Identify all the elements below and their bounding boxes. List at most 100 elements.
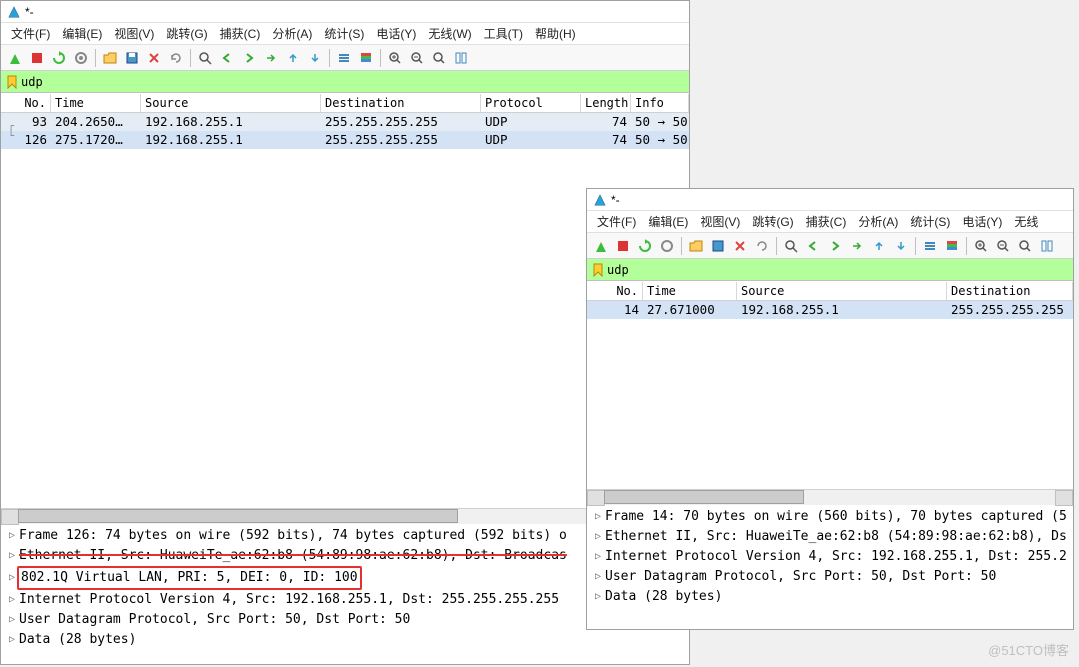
find-button[interactable]	[195, 48, 215, 68]
menu-view[interactable]: 视图(V)	[110, 24, 158, 43]
hscrollbar[interactable]	[587, 489, 1073, 505]
restart-capture-button[interactable]	[49, 48, 69, 68]
expand-icon[interactable]: ▷	[5, 630, 19, 650]
menu-capture[interactable]: 捕获(C)	[802, 212, 851, 231]
capture-options-button[interactable]	[71, 48, 91, 68]
prev-button[interactable]	[803, 236, 823, 256]
menu-statistics[interactable]: 统计(S)	[320, 24, 368, 43]
expand-icon[interactable]: ▷	[5, 610, 19, 630]
open-file-button[interactable]	[686, 236, 706, 256]
col-source[interactable]: Source	[737, 282, 947, 300]
resize-columns-button[interactable]	[451, 48, 471, 68]
autoscroll-button[interactable]	[920, 236, 940, 256]
zoom-reset-button[interactable]	[429, 48, 449, 68]
zoom-in-button[interactable]	[971, 236, 991, 256]
first-button[interactable]	[869, 236, 889, 256]
packet-row[interactable]: └ 126 275.1720… 192.168.255.1 255.255.25…	[1, 131, 689, 149]
menu-edit[interactable]: 编辑(E)	[58, 24, 106, 43]
next-button[interactable]	[825, 236, 845, 256]
detail-line[interactable]: ▷Frame 14: 70 bytes on wire (560 bits), …	[587, 507, 1073, 527]
bookmark-icon[interactable]	[591, 263, 605, 277]
titlebar[interactable]: *-	[1, 1, 689, 23]
reload-button[interactable]	[752, 236, 772, 256]
start-capture-button[interactable]	[591, 236, 611, 256]
menu-help[interactable]: 帮助(H)	[531, 24, 580, 43]
menu-tools[interactable]: 工具(T)	[480, 24, 527, 43]
expand-icon[interactable]: ▷	[5, 526, 19, 546]
zoom-reset-button[interactable]	[1015, 236, 1035, 256]
zoom-in-button[interactable]	[385, 48, 405, 68]
expand-icon[interactable]: ▷	[591, 567, 605, 587]
col-len[interactable]: Length	[581, 94, 631, 112]
expand-icon[interactable]: ▷	[591, 547, 605, 567]
expand-icon[interactable]: ▷	[5, 590, 19, 610]
menu-file[interactable]: 文件(F)	[7, 24, 54, 43]
menu-capture[interactable]: 捕获(C)	[216, 24, 265, 43]
menu-go[interactable]: 跳转(G)	[162, 24, 211, 43]
col-source[interactable]: Source	[141, 94, 321, 112]
reload-button[interactable]	[166, 48, 186, 68]
packet-list-body[interactable]: 14 27.671000 192.168.255.1 255.255.255.2…	[587, 301, 1073, 319]
packet-list-body[interactable]: ┌ 93 204.2650… 192.168.255.1 255.255.255…	[1, 113, 689, 149]
save-button[interactable]	[708, 236, 728, 256]
restart-capture-button[interactable]	[635, 236, 655, 256]
menu-file[interactable]: 文件(F)	[593, 212, 640, 231]
autoscroll-button[interactable]	[334, 48, 354, 68]
detail-line[interactable]: ▷Data (28 bytes)	[587, 587, 1073, 607]
expand-icon[interactable]: ▷	[591, 587, 605, 607]
detail-line[interactable]: ▷Data (28 bytes)	[1, 630, 689, 650]
menu-analyze[interactable]: 分析(A)	[854, 212, 902, 231]
col-info[interactable]: Info	[631, 94, 689, 112]
stop-capture-button[interactable]	[27, 48, 47, 68]
close-button[interactable]	[730, 236, 750, 256]
menu-view[interactable]: 视图(V)	[696, 212, 744, 231]
display-filter-input[interactable]	[607, 259, 1071, 280]
titlebar[interactable]: *-	[587, 189, 1073, 211]
last-button[interactable]	[305, 48, 325, 68]
prev-button[interactable]	[217, 48, 237, 68]
zoom-out-button[interactable]	[993, 236, 1013, 256]
col-time[interactable]: Time	[643, 282, 737, 300]
close-button[interactable]	[144, 48, 164, 68]
packet-details[interactable]: ▷Frame 14: 70 bytes on wire (560 bits), …	[587, 505, 1073, 629]
first-button[interactable]	[283, 48, 303, 68]
capture-options-button[interactable]	[657, 236, 677, 256]
zoom-out-button[interactable]	[407, 48, 427, 68]
start-capture-button[interactable]	[5, 48, 25, 68]
detail-line[interactable]: ▷Ethernet II, Src: HuaweiTe_ae:62:b8 (54…	[587, 527, 1073, 547]
colorize-button[interactable]	[942, 236, 962, 256]
menu-edit[interactable]: 编辑(E)	[644, 212, 692, 231]
col-no[interactable]: No.	[587, 282, 643, 300]
expand-icon[interactable]: ▷	[591, 507, 605, 527]
menu-telephony[interactable]: 电话(Y)	[958, 212, 1006, 231]
display-filter-input[interactable]	[21, 71, 687, 92]
packet-row[interactable]: 14 27.671000 192.168.255.1 255.255.255.2…	[587, 301, 1073, 319]
colorize-button[interactable]	[356, 48, 376, 68]
col-proto[interactable]: Protocol	[481, 94, 581, 112]
resize-columns-button[interactable]	[1037, 236, 1057, 256]
expand-icon[interactable]: ▷	[591, 527, 605, 547]
packet-row[interactable]: ┌ 93 204.2650… 192.168.255.1 255.255.255…	[1, 113, 689, 131]
detail-line[interactable]: ▷Internet Protocol Version 4, Src: 192.1…	[587, 547, 1073, 567]
col-dest[interactable]: Destination	[321, 94, 481, 112]
menu-wireless[interactable]: 无线	[1010, 212, 1042, 231]
menu-statistics[interactable]: 统计(S)	[906, 212, 954, 231]
menu-wireless[interactable]: 无线(W)	[424, 24, 475, 43]
open-file-button[interactable]	[100, 48, 120, 68]
col-dest[interactable]: Destination	[947, 282, 1073, 300]
save-button[interactable]	[122, 48, 142, 68]
menu-go[interactable]: 跳转(G)	[748, 212, 797, 231]
next-button[interactable]	[239, 48, 259, 68]
col-no[interactable]: No.	[1, 94, 51, 112]
col-time[interactable]: Time	[51, 94, 141, 112]
find-button[interactable]	[781, 236, 801, 256]
detail-line[interactable]: ▷User Datagram Protocol, Src Port: 50, D…	[587, 567, 1073, 587]
goto-button[interactable]	[261, 48, 281, 68]
menu-analyze[interactable]: 分析(A)	[268, 24, 316, 43]
stop-capture-button[interactable]	[613, 236, 633, 256]
bookmark-icon[interactable]	[5, 75, 19, 89]
expand-icon[interactable]: ▷	[5, 546, 19, 566]
goto-button[interactable]	[847, 236, 867, 256]
last-button[interactable]	[891, 236, 911, 256]
menu-telephony[interactable]: 电话(Y)	[372, 24, 420, 43]
